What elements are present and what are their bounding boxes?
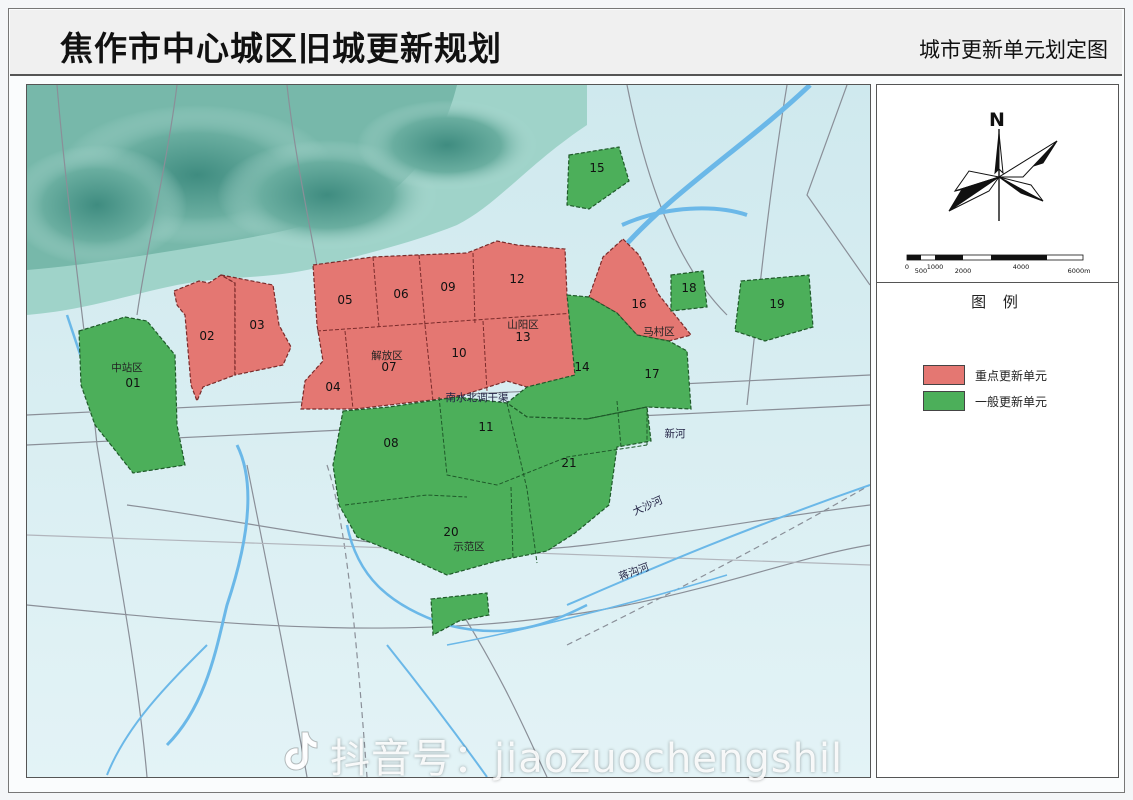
legend-swatch-key xyxy=(923,365,965,385)
unit-label-10: 10 xyxy=(451,346,466,360)
unit-label-21: 21 xyxy=(561,456,576,470)
map-subtitle: 城市更新单元划定图 xyxy=(919,38,1108,62)
unit-label-04: 04 xyxy=(325,380,340,394)
unit-label-09: 09 xyxy=(440,280,455,294)
legend-label-general: 一般更新单元 xyxy=(975,395,1048,409)
unit-label-11: 11 xyxy=(478,420,493,434)
map-canvas: 01 02 03 04 05 06 07 08 09 10 11 12 13 1… xyxy=(27,85,870,777)
scale-tick-4000: 4000 xyxy=(1013,263,1030,271)
scale-bar: 0 500 1000 2000 4000 6000m xyxy=(905,254,1091,275)
scale-tick-2000: 2000 xyxy=(955,267,972,275)
unit-label-12: 12 xyxy=(509,272,524,286)
district-label-shanyang: 山阳区 xyxy=(507,319,539,331)
legend-panel: N 0 500 1000 2000 4000 6000m 图 例 重点更新单元 … xyxy=(876,84,1119,778)
unit-label-20: 20 xyxy=(443,525,458,539)
unit-label-14: 14 xyxy=(574,360,589,374)
map-title: 焦作市中心城区旧城更新规划 xyxy=(60,29,502,68)
north-label: N xyxy=(989,109,1005,131)
unit-label-05: 05 xyxy=(337,293,352,307)
douyin-logo-icon xyxy=(284,731,318,771)
legend-divider xyxy=(877,282,1118,283)
unit-label-02: 02 xyxy=(199,329,214,343)
title-bar: 焦作市中心城区旧城更新规划 城市更新单元划定图 xyxy=(10,10,1122,76)
scale-tick-6000: 6000m xyxy=(1068,267,1091,275)
scale-tick-1000: 1000 xyxy=(927,263,944,271)
legend-label-key: 重点更新单元 xyxy=(975,369,1048,383)
district-label-shifan: 示范区 xyxy=(453,540,485,553)
unit-label-08: 08 xyxy=(383,436,398,450)
north-arrow-icon xyxy=(948,129,1058,221)
legend-title: 图 例 xyxy=(971,293,1024,311)
map-panel: 01 02 03 04 05 06 07 08 09 10 11 12 13 1… xyxy=(26,84,871,778)
unit-label-18: 18 xyxy=(681,281,696,295)
unit-label-19: 19 xyxy=(769,297,784,311)
watermark-text: 抖音号：jiaozuochengshil xyxy=(330,736,844,782)
district-label-macun: 马村区 xyxy=(643,325,675,338)
unit-label-03: 03 xyxy=(249,318,264,332)
unit-label-15: 15 xyxy=(589,161,604,175)
scale-tick-500: 500 xyxy=(915,267,927,275)
district-label-zhongzhan: 中站区 xyxy=(111,361,143,374)
district-label-jiefang: 解放区 xyxy=(371,349,403,362)
unit-label-16: 16 xyxy=(631,297,646,311)
unit-label-06: 06 xyxy=(393,287,408,301)
unit-label-07: 07 xyxy=(381,360,396,374)
river-label-xinhe: 新河 xyxy=(665,427,686,440)
scale-tick-0: 0 xyxy=(905,263,909,271)
legend-swatch-general xyxy=(923,391,965,411)
unit-label-01: 01 xyxy=(125,376,140,390)
river-label-canal: 南水北调干渠 xyxy=(446,391,509,404)
unit-label-13: 13 xyxy=(515,330,530,344)
unit-label-17: 17 xyxy=(644,367,659,381)
